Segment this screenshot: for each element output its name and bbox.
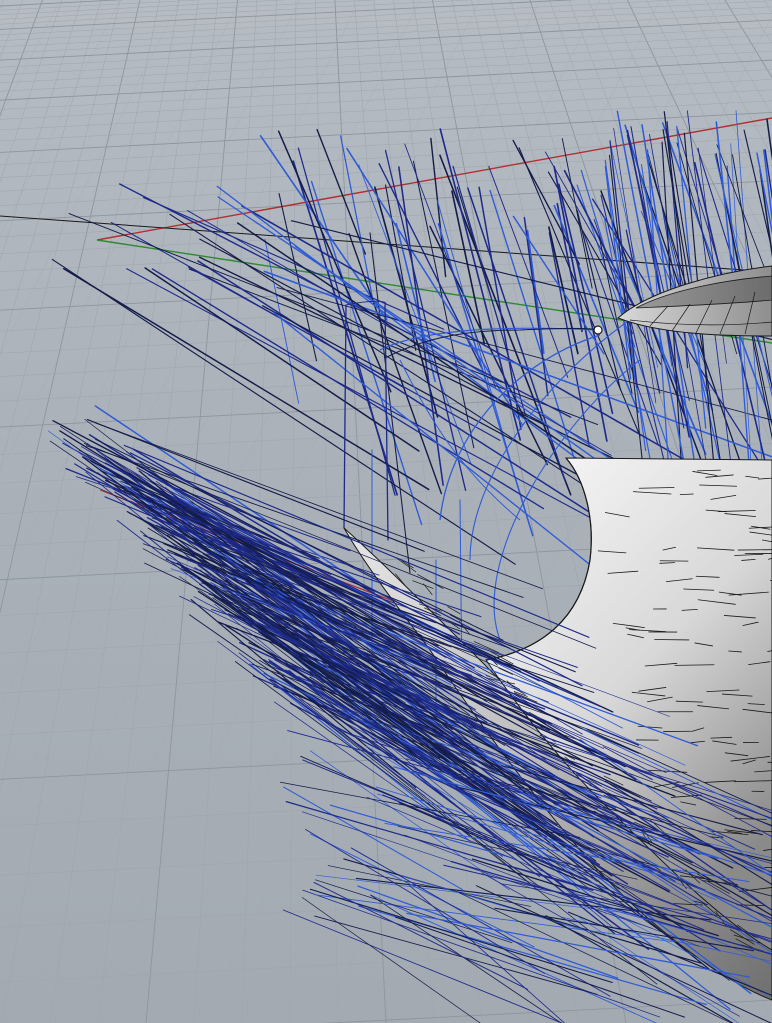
curve-line (197, 260, 655, 555)
grid-line (0, 0, 772, 41)
curve-line (314, 915, 598, 995)
curve-line (512, 215, 605, 355)
grid-line (0, 111, 772, 153)
grid-line (0, 0, 421, 827)
vertical-construction-line (343, 304, 347, 529)
curve-line (697, 148, 772, 385)
grid-line (0, 0, 61, 119)
grid-line (0, 19, 772, 61)
grid-line (0, 0, 241, 473)
grid-line (334, 0, 387, 1023)
grid-line (315, 0, 339, 1023)
curve-line (142, 197, 445, 330)
grid-line (289, 0, 297, 1023)
bowl-isocurve (417, 574, 444, 589)
grid-line (0, 69, 772, 110)
scene-canvas[interactable] (0, 0, 772, 1023)
grid-line (0, 59, 772, 101)
grid-line (0, 42, 772, 84)
bowl-isocurve (423, 583, 433, 595)
control-point[interactable] (593, 325, 603, 335)
perspective-viewport[interactable] (0, 0, 772, 1023)
grid-line (373, 0, 483, 1023)
curve-line (316, 128, 367, 255)
grid-line (241, 0, 277, 1023)
curve-line (604, 165, 632, 380)
grid-line (0, 124, 772, 165)
